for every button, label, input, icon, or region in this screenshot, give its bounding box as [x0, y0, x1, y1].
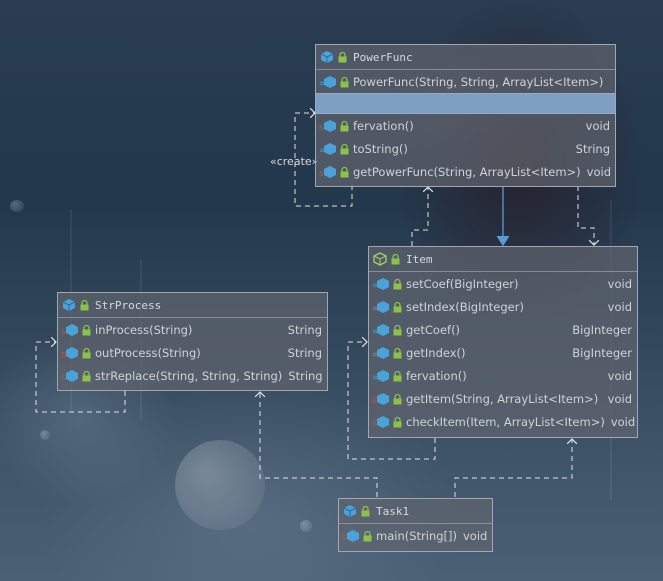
class-icon [320, 50, 334, 64]
svg-text:s: s [372, 396, 377, 406]
method-signature: getIndex() [406, 345, 466, 360]
method-row[interactable]: s outProcess(String) String [58, 341, 327, 364]
method-row[interactable]: s checkItem(Item, ArrayList<Item>) void [369, 410, 637, 433]
static-method-icon: s [61, 346, 95, 360]
method-return-type: String [287, 322, 322, 337]
method-signature: getPowerFunc(String, ArrayList<Item>) [353, 164, 581, 179]
method-return-type: void [463, 528, 488, 543]
static-method-icon: s [61, 369, 95, 383]
method-row[interactable]: s inProcess(String) String [58, 318, 327, 341]
constructor-row[interactable]: = PowerFunc(String, String, ArrayList<It… [316, 70, 615, 93]
method-signature: getItem(String, ArrayList<Item>) [406, 391, 599, 406]
svg-text:s: s [319, 123, 324, 133]
method-signature: inProcess(String) [95, 322, 193, 337]
class-name: Task1 [376, 504, 410, 518]
item-class-icon [373, 252, 387, 266]
method-return-type: String [287, 345, 322, 360]
method-signature: setIndex(BigInteger) [406, 299, 524, 314]
method-return-type: void [610, 414, 636, 429]
static-method-icon: s [319, 119, 353, 133]
method-return-type: String [575, 141, 610, 156]
class-powerfunc[interactable]: PowerFunc = PowerFunc(String, String, Ar… [315, 44, 616, 187]
item-powerfunc-dependency [411, 187, 428, 246]
static-method-icon: s [319, 165, 353, 179]
class-strprocess[interactable]: StrProcess s inProcess(String) String s … [57, 292, 328, 391]
task1-item-dependency [454, 439, 572, 497]
method-row[interactable]: = setCoef(BigInteger) void [369, 272, 637, 295]
powerfunc-item-dependency [577, 186, 594, 245]
method-return-type: BigInteger [572, 322, 632, 337]
static-method-icon: s [372, 415, 406, 429]
method-signature: fervation() [353, 118, 414, 133]
svg-text:s: s [61, 350, 66, 360]
method-row[interactable]: = fervation() void [369, 364, 637, 387]
method-signature: strReplace(String, String, String) [95, 368, 283, 383]
method-row[interactable]: = setIndex(BigInteger) void [369, 295, 637, 318]
method-return-type: void [607, 391, 632, 406]
constructor-signature: PowerFunc(String, String, ArrayList<Item… [353, 74, 604, 89]
class-header: PowerFunc [316, 45, 615, 70]
static-method-icon: s [61, 323, 95, 337]
constructor-icon: = [319, 75, 353, 89]
lock-icon [338, 51, 347, 63]
method-icon: = [372, 323, 406, 337]
method-signature: setCoef(BigInteger) [406, 276, 519, 291]
method-icon: = [372, 277, 406, 291]
svg-text:s: s [372, 419, 377, 429]
method-signature: main(String[]) [376, 528, 457, 543]
class-header: StrProcess [58, 293, 327, 318]
method-return-type: void [586, 164, 612, 179]
method-row[interactable]: = getCoef() BigInteger [369, 318, 637, 341]
method-row[interactable]: = toString() String [316, 137, 615, 160]
class-name: Item [406, 252, 433, 266]
svg-text:s: s [342, 533, 347, 543]
method-row[interactable]: s strReplace(String, String, String) Str… [58, 364, 327, 387]
method-return-type: BigInteger [572, 345, 632, 360]
method-row[interactable]: s main(String[]) void [339, 524, 492, 547]
method-return-type: String [288, 368, 323, 383]
static-method-icon: s [342, 529, 376, 543]
method-return-type: void [607, 299, 632, 314]
lock-icon [361, 505, 370, 517]
class-item[interactable]: Item = setCoef(BigInteger) void = setInd… [368, 246, 638, 438]
method-signature: checkItem(Item, ArrayList<Item>) [406, 414, 605, 429]
class-name: PowerFunc [353, 50, 413, 64]
task1-strprocess-dependency [260, 392, 378, 497]
class-header: Task1 [339, 499, 492, 524]
lock-icon [80, 299, 89, 311]
method-signature: outProcess(String) [95, 345, 201, 360]
method-icon: = [372, 300, 406, 314]
class-task1[interactable]: Task1 s main(String[]) void [338, 498, 493, 552]
method-row[interactable]: s getPowerFunc(String, ArrayList<Item>) … [316, 160, 615, 183]
lock-icon [391, 253, 400, 265]
svg-text:s: s [61, 373, 66, 383]
method-return-type: void [607, 276, 632, 291]
class-icon [343, 504, 357, 518]
create-stereotype-label: «create» [270, 155, 319, 168]
class-name: StrProcess [95, 298, 162, 312]
fields-section-selected[interactable] [316, 93, 615, 114]
static-method-icon: s [372, 392, 406, 406]
method-return-type: void [585, 118, 610, 133]
method-icon: = [372, 369, 406, 383]
method-return-type: void [607, 368, 632, 383]
class-icon [62, 298, 76, 312]
method-row[interactable]: = getIndex() BigInteger [369, 341, 637, 364]
svg-text:s: s [319, 169, 324, 179]
method-signature: getCoef() [406, 322, 461, 337]
method-row[interactable]: s getItem(String, ArrayList<Item>) void [369, 387, 637, 410]
method-row[interactable]: s fervation() void [316, 114, 615, 137]
method-signature: fervation() [406, 368, 467, 383]
class-header: Item [369, 247, 637, 272]
svg-text:s: s [61, 327, 66, 337]
method-signature: toString() [353, 141, 408, 156]
method-icon: = [372, 346, 406, 360]
method-icon: = [319, 142, 353, 156]
